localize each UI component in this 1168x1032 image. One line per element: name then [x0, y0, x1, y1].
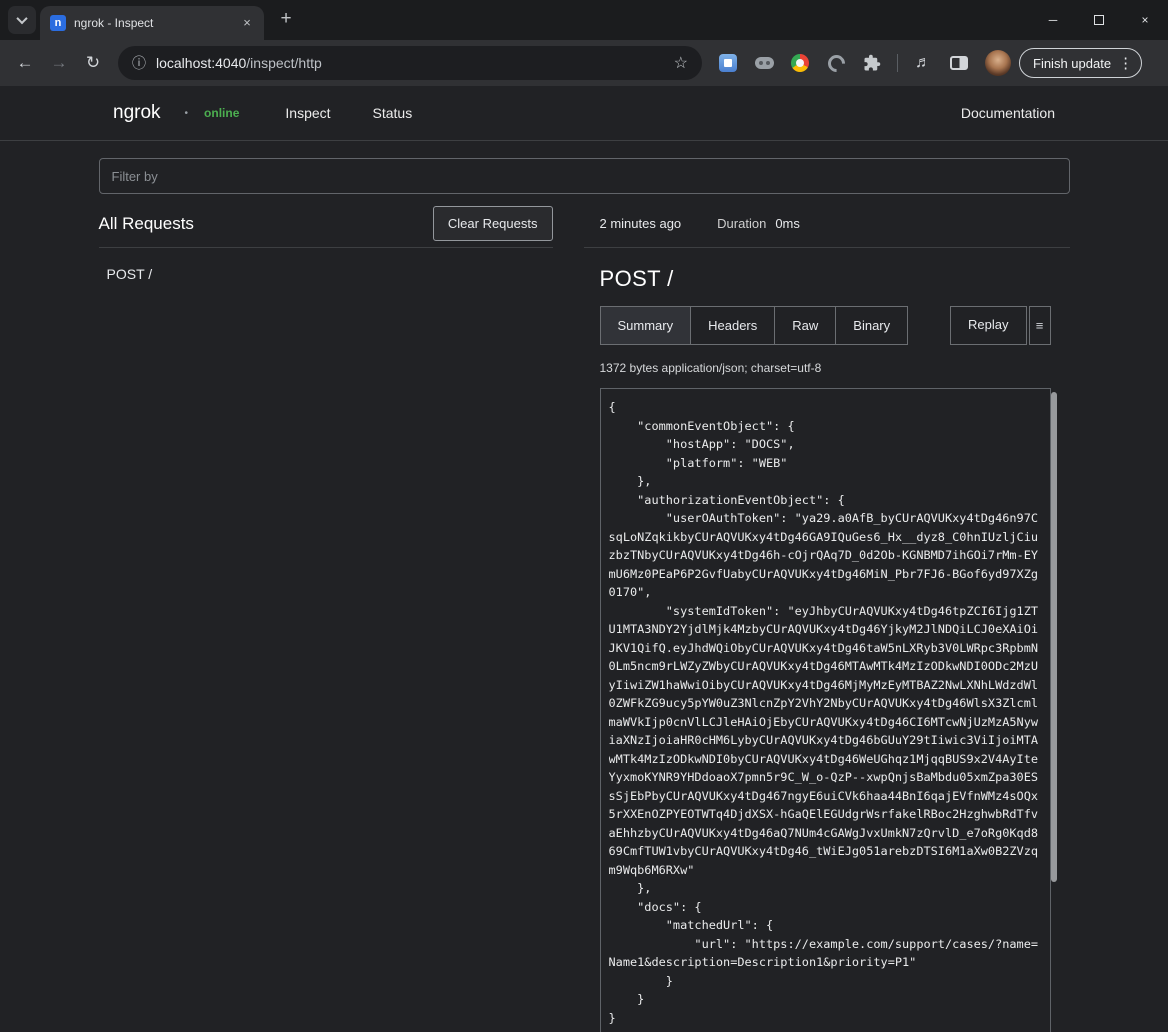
url-path: /inspect/http — [246, 55, 322, 71]
close-button[interactable]: × — [1122, 0, 1168, 40]
nav-links: Inspect Status — [285, 105, 412, 121]
response-body-block: { "commonEventObject": { "hostApp": "DOC… — [600, 388, 1051, 1032]
request-time-ago: 2 minutes ago — [600, 216, 682, 231]
tunnel-status: online — [204, 106, 239, 120]
tab-title: ngrok - Inspect — [74, 16, 230, 30]
tab-raw[interactable]: Raw — [774, 306, 836, 345]
request-list-item[interactable]: POST / — [99, 254, 553, 294]
browser-menu-icon[interactable]: ⋮ — [1118, 54, 1133, 72]
forward-button[interactable]: → — [42, 46, 76, 80]
tab-search-button[interactable] — [8, 6, 36, 34]
status-bullet: • — [185, 108, 189, 119]
inspect-content: All Requests Clear Requests POST / 2 min… — [99, 141, 1070, 1032]
request-detail-header: 2 minutes ago Duration 0ms — [584, 200, 1070, 248]
extension-blue-button[interactable] — [710, 46, 746, 80]
ngrok-logo[interactable]: ngrok — [113, 102, 161, 124]
detail-tabs: Summary Headers Raw Binary Replay ≡ — [600, 306, 1051, 345]
nav-item-inspect[interactable]: Inspect — [285, 105, 330, 121]
filter-input[interactable] — [99, 158, 1070, 194]
tab-summary[interactable]: Summary — [600, 306, 692, 345]
browser-tab[interactable]: n ngrok - Inspect × — [40, 6, 264, 40]
finish-update-label: Finish update — [1033, 56, 1111, 71]
requests-title: All Requests — [99, 214, 194, 234]
extension-gamepad-button[interactable] — [746, 46, 782, 80]
response-body-json: { "commonEventObject": { "hostApp": "DOC… — [609, 398, 1042, 1027]
replay-menu-icon: ≡ — [1036, 318, 1044, 333]
site-header: ngrok • online Inspect Status Documentat… — [0, 86, 1168, 141]
extension-colorful-button[interactable] — [782, 46, 818, 80]
clear-requests-button[interactable]: Clear Requests — [433, 206, 553, 241]
nav-item-status[interactable]: Status — [373, 105, 413, 121]
requests-list: POST / — [99, 248, 553, 294]
window-controls: ─ × — [1030, 0, 1168, 40]
request-detail-panel: 2 minutes ago Duration 0ms POST / Summar… — [584, 200, 1070, 1032]
requests-header: All Requests Clear Requests — [99, 200, 553, 248]
arc-icon — [824, 51, 848, 75]
puzzle-icon — [863, 54, 881, 72]
request-duration: Duration 0ms — [717, 216, 800, 231]
site-info-icon[interactable]: ⓘ — [132, 53, 146, 73]
gamepad-icon — [755, 57, 774, 69]
tab-headers[interactable]: Headers — [690, 306, 775, 345]
extension-arc-button[interactable] — [818, 46, 854, 80]
request-title: POST / — [600, 266, 1051, 292]
back-button[interactable]: ← — [8, 46, 42, 80]
nav-item-documentation[interactable]: Documentation — [961, 105, 1055, 121]
colorful-ring-icon — [791, 54, 809, 72]
tab-strip: n ngrok - Inspect × + ─ × — [0, 0, 1168, 40]
chevron-down-icon — [16, 13, 27, 24]
extension-blue-icon — [719, 54, 737, 72]
finish-update-button[interactable]: Finish update ⋮ — [1019, 48, 1142, 78]
body-meta: 1372 bytes application/json; charset=utf… — [600, 361, 1051, 375]
new-tab-button[interactable]: + — [272, 6, 300, 34]
media-controls-button[interactable]: ♬ — [905, 46, 941, 80]
side-panel-button[interactable] — [941, 46, 977, 80]
url-host: localhost:4040 — [156, 55, 246, 71]
browser-window: n ngrok - Inspect × + ─ × ← → ↻ ⓘ localh… — [0, 0, 1168, 1032]
detail-scrollbar[interactable] — [1051, 392, 1057, 882]
extensions-menu-button[interactable] — [854, 46, 890, 80]
request-detail-body: POST / Summary Headers Raw Binary Replay… — [584, 266, 1070, 1032]
replay-group: Replay ≡ — [950, 306, 1050, 345]
ngrok-favicon: n — [50, 15, 66, 31]
media-note-icon: ♬ — [915, 54, 931, 72]
tab-close-icon[interactable]: × — [238, 14, 256, 32]
minimize-button[interactable]: ─ — [1030, 0, 1076, 40]
profile-avatar[interactable] — [985, 50, 1011, 76]
url-text: localhost:4040/inspect/http — [156, 55, 664, 71]
address-bar[interactable]: ⓘ localhost:4040/inspect/http ☆ — [118, 46, 702, 80]
bookmark-star-icon[interactable]: ☆ — [674, 53, 688, 73]
maximize-button[interactable] — [1076, 0, 1122, 40]
duration-value: 0ms — [775, 216, 800, 231]
replay-button[interactable]: Replay — [950, 306, 1026, 345]
side-panel-icon — [950, 56, 968, 70]
browser-toolbar: ← → ↻ ⓘ localhost:4040/inspect/http ☆ ♬ … — [0, 40, 1168, 86]
replay-options-button[interactable]: ≡ — [1029, 306, 1051, 345]
duration-label: Duration — [717, 216, 766, 231]
toolbar-divider — [897, 54, 898, 72]
reload-button[interactable]: ↻ — [76, 46, 110, 80]
maximize-icon — [1094, 15, 1104, 25]
page-viewport: ngrok • online Inspect Status Documentat… — [0, 86, 1168, 1032]
requests-panel: All Requests Clear Requests POST / — [99, 200, 553, 1032]
tab-binary[interactable]: Binary — [835, 306, 908, 345]
